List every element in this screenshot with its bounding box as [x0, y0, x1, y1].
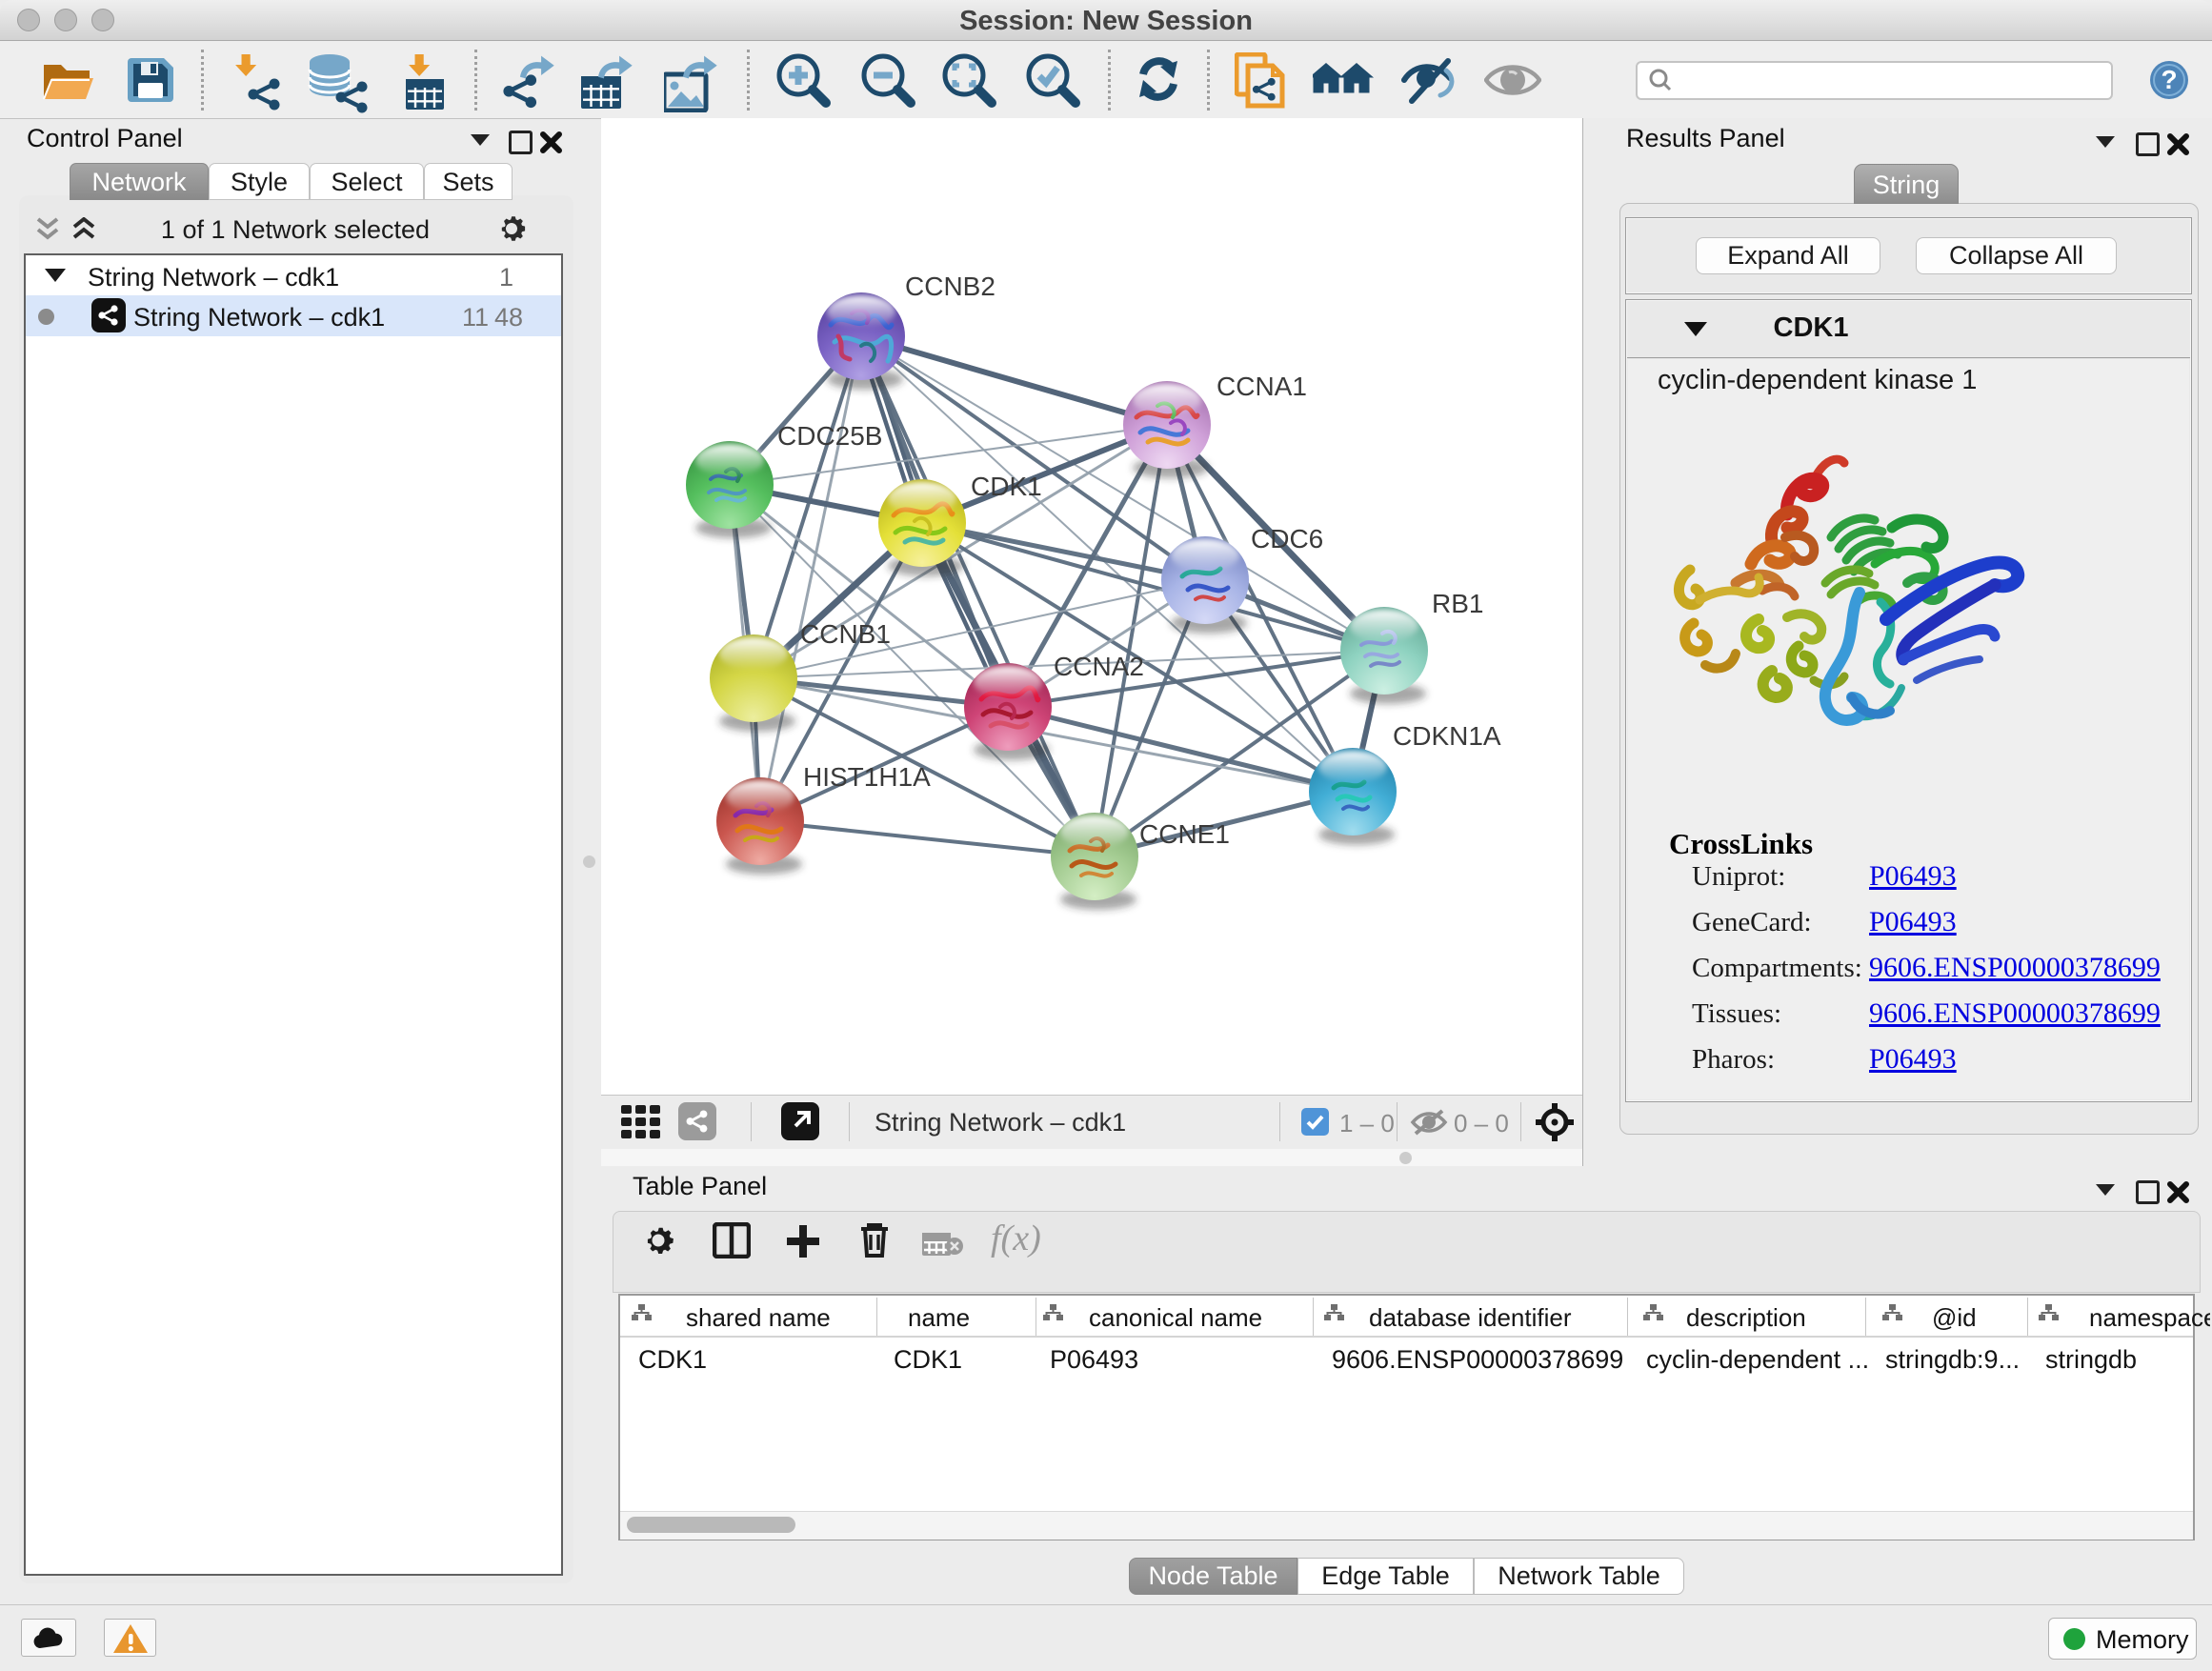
svg-text:HIST1H1A: HIST1H1A: [803, 762, 931, 792]
svg-text:CCNE1: CCNE1: [1139, 819, 1230, 849]
svg-text:?: ?: [2161, 65, 2177, 94]
svg-text:CCNA2: CCNA2: [1054, 652, 1144, 681]
svg-text:CDKN1A: CDKN1A: [1393, 721, 1501, 751]
svg-text:CCNA1: CCNA1: [1217, 372, 1307, 401]
svg-text:CCNB1: CCNB1: [800, 619, 891, 649]
svg-text:CDK1: CDK1: [971, 472, 1042, 501]
svg-text:CCNB2: CCNB2: [905, 272, 995, 301]
svg-text:CDC6: CDC6: [1251, 524, 1323, 554]
svg-text:RB1: RB1: [1432, 589, 1483, 618]
svg-text:CDC25B: CDC25B: [777, 421, 882, 451]
